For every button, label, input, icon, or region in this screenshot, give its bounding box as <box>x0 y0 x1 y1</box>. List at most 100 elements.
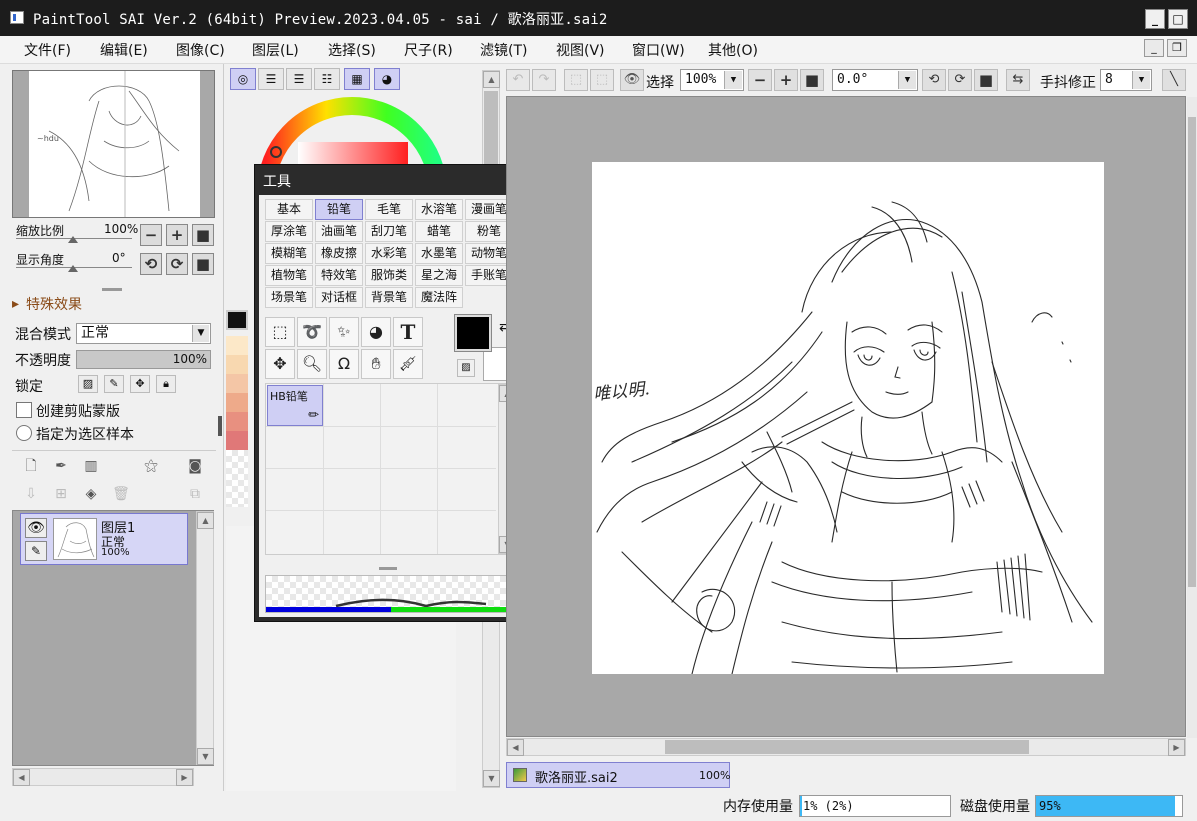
swatch[interactable] <box>226 412 248 431</box>
file-tab[interactable]: 歌洛丽亚.sai2 100% <box>506 762 730 788</box>
navigator-preview[interactable]: ~hdu <box>12 70 215 218</box>
swatch-black[interactable] <box>226 310 248 330</box>
doc-minimize-button[interactable]: _ <box>1144 39 1164 57</box>
transparent-color-icon[interactable]: ▨ <box>457 359 475 377</box>
scratchpad-mode-button[interactable]: ◕ <box>374 68 400 90</box>
canvas-paper[interactable]: 唯以明. <box>592 162 1104 675</box>
canvas-area[interactable]: 唯以明. <box>506 96 1197 738</box>
swatch[interactable] <box>226 374 248 393</box>
lock-all-icon[interactable]: 🔒︎ <box>156 375 176 393</box>
stabilizer-select[interactable]: 8 ▼ <box>1100 69 1152 91</box>
rgb-slider-mode-button[interactable]: ☰ <box>258 68 284 90</box>
new-pen-layer-icon[interactable]: ✒ <box>50 455 72 477</box>
opacity-slider[interactable]: 100% <box>76 350 211 369</box>
angle-select[interactable]: 0.0° ▼ <box>832 69 918 91</box>
layer-combine-icon[interactable]: ⧉ <box>184 483 206 505</box>
doc-restore-button[interactable]: ❐ <box>1167 39 1187 57</box>
effects-expand-icon[interactable]: ▸ <box>12 296 19 312</box>
left-splitter-handle[interactable] <box>218 416 222 436</box>
tool-tab-pencil[interactable]: 铅笔 <box>315 199 363 220</box>
swatch-empty[interactable] <box>226 450 248 507</box>
tool-tab-watercolor-pen[interactable]: 水溶笔 <box>415 199 463 220</box>
canvas-vscroll[interactable] <box>1187 97 1197 738</box>
scroll-up-icon[interactable]: ▲ <box>483 71 500 88</box>
rotate-reset-button[interactable]: ■ <box>192 253 214 275</box>
swatch[interactable] <box>226 336 248 355</box>
canvas-vscroll-thumb[interactable] <box>1188 117 1196 587</box>
tool-tab-eraser[interactable]: 橡皮擦 <box>315 243 363 264</box>
eyedropper-icon[interactable]: 💉︎ <box>393 349 423 379</box>
invert-select-icon[interactable]: ⬚ <box>590 69 614 91</box>
show-selection-icon[interactable]: 👁︎ <box>620 69 644 91</box>
color-wheel-mode-button[interactable]: ◎ <box>230 68 256 90</box>
canvas-hscroll[interactable]: ◀ ▶ <box>506 738 1186 756</box>
tool-tab-watercolor[interactable]: 水彩笔 <box>365 243 413 264</box>
scroll-down-icon[interactable]: ▼ <box>483 770 500 787</box>
tool-tab-scene[interactable]: 场景笔 <box>265 287 313 308</box>
zoom-out-button[interactable]: − <box>748 69 772 91</box>
rotate-left-button[interactable]: ⟲ <box>922 69 946 91</box>
delete-layer-icon[interactable]: 🗑︎ <box>110 483 132 505</box>
move-icon[interactable]: ✥ <box>265 349 295 379</box>
hsv-slider-mode-button[interactable]: ☰ <box>286 68 312 90</box>
layer-list-scrollbar[interactable]: ▲ ▼ <box>196 511 214 765</box>
redo-icon[interactable]: ↷ <box>532 69 556 91</box>
blend-mode-select[interactable]: 正常 ▼ <box>76 323 211 344</box>
pencil-icon[interactable]: ✎ <box>25 541 47 561</box>
menu-other[interactable]: 其他(O) <box>708 40 758 60</box>
sample-radio[interactable] <box>16 425 32 441</box>
scroll-right-icon[interactable]: ▶ <box>1168 739 1185 756</box>
menu-ruler[interactable]: 尺子(R) <box>404 40 453 60</box>
rotate-right-button[interactable]: ⟳ <box>948 69 972 91</box>
maximize-button[interactable]: □ <box>1168 9 1188 29</box>
scroll-down-icon[interactable]: ▼ <box>197 748 214 765</box>
tool-tab-palette-knife[interactable]: 刮刀笔 <box>365 221 413 242</box>
deselect-icon[interactable]: ⬚ <box>564 69 588 91</box>
hand-icon[interactable]: ✋︎ <box>361 349 391 379</box>
zoom-in-button[interactable]: + <box>774 69 798 91</box>
tool-tab-dialog[interactable]: 对话框 <box>315 287 363 308</box>
menu-window[interactable]: 窗口(W) <box>632 40 685 60</box>
tool-tab-clothing[interactable]: 服饰类 <box>365 265 413 286</box>
angle-slider-handle[interactable] <box>68 265 78 272</box>
tool-tab-plant[interactable]: 植物笔 <box>265 265 313 286</box>
swatch[interactable] <box>226 393 248 412</box>
new-folder-icon[interactable]: ▥ <box>80 455 102 477</box>
foreground-color-swatch[interactable] <box>454 314 492 352</box>
menu-view[interactable]: 视图(V) <box>556 40 605 60</box>
brush-splitter[interactable] <box>379 567 397 570</box>
flip-horizontal-button[interactable]: ⇆ <box>1006 69 1030 91</box>
lock-transparency-icon[interactable]: ▨ <box>78 375 98 393</box>
undo-icon[interactable]: ↶ <box>506 69 530 91</box>
effects-label[interactable]: 特殊效果 <box>26 294 82 314</box>
layer-list-hscroll[interactable]: ◀ ▶ <box>12 768 194 786</box>
swatch[interactable] <box>226 431 248 450</box>
straight-line-button[interactable]: ╲ <box>1162 69 1186 91</box>
menu-layer[interactable]: 图层(L) <box>252 40 299 60</box>
scroll-up-icon[interactable]: ▲ <box>197 512 214 529</box>
tool-tab-basic[interactable]: 基本 <box>265 199 313 220</box>
tool-tab-ink[interactable]: 水墨笔 <box>415 243 463 264</box>
tool-tab-magic-circle[interactable]: 魔法阵 <box>415 287 463 308</box>
clipping-checkbox[interactable] <box>16 402 32 418</box>
magic-wand-icon[interactable]: ✨︎ <box>329 317 359 347</box>
tool-window-caption[interactable]: 工具 <box>263 171 291 191</box>
tool-tab-brush[interactable]: 毛笔 <box>365 199 413 220</box>
menu-filter[interactable]: 滤镜(T) <box>480 40 527 60</box>
minimize-button[interactable]: _ <box>1145 9 1165 29</box>
tool-tab-star-sea[interactable]: 星之海 <box>415 265 463 286</box>
layer-effects-icon[interactable]: ⚝ <box>140 455 162 477</box>
eye-icon[interactable]: 👁︎ <box>25 518 47 538</box>
tool-tab-effects[interactable]: 特效笔 <box>315 265 363 286</box>
text-icon[interactable]: T <box>393 317 423 347</box>
merge-down-icon[interactable]: ⇩ <box>20 483 42 505</box>
zoom-icon[interactable]: 🔍︎ <box>297 349 327 379</box>
shape-icon[interactable]: ◕ <box>361 317 391 347</box>
scroll-left-icon[interactable]: ◀ <box>507 739 524 756</box>
lasso-icon[interactable]: ➰ <box>297 317 327 347</box>
zoom-in-button[interactable]: + <box>166 224 188 246</box>
zoom-out-button[interactable]: − <box>140 224 162 246</box>
clear-layer-icon[interactable]: ◈ <box>80 483 102 505</box>
tool-tab-oil[interactable]: 油画笔 <box>315 221 363 242</box>
zoom-reset-button[interactable]: ■ <box>192 224 214 246</box>
